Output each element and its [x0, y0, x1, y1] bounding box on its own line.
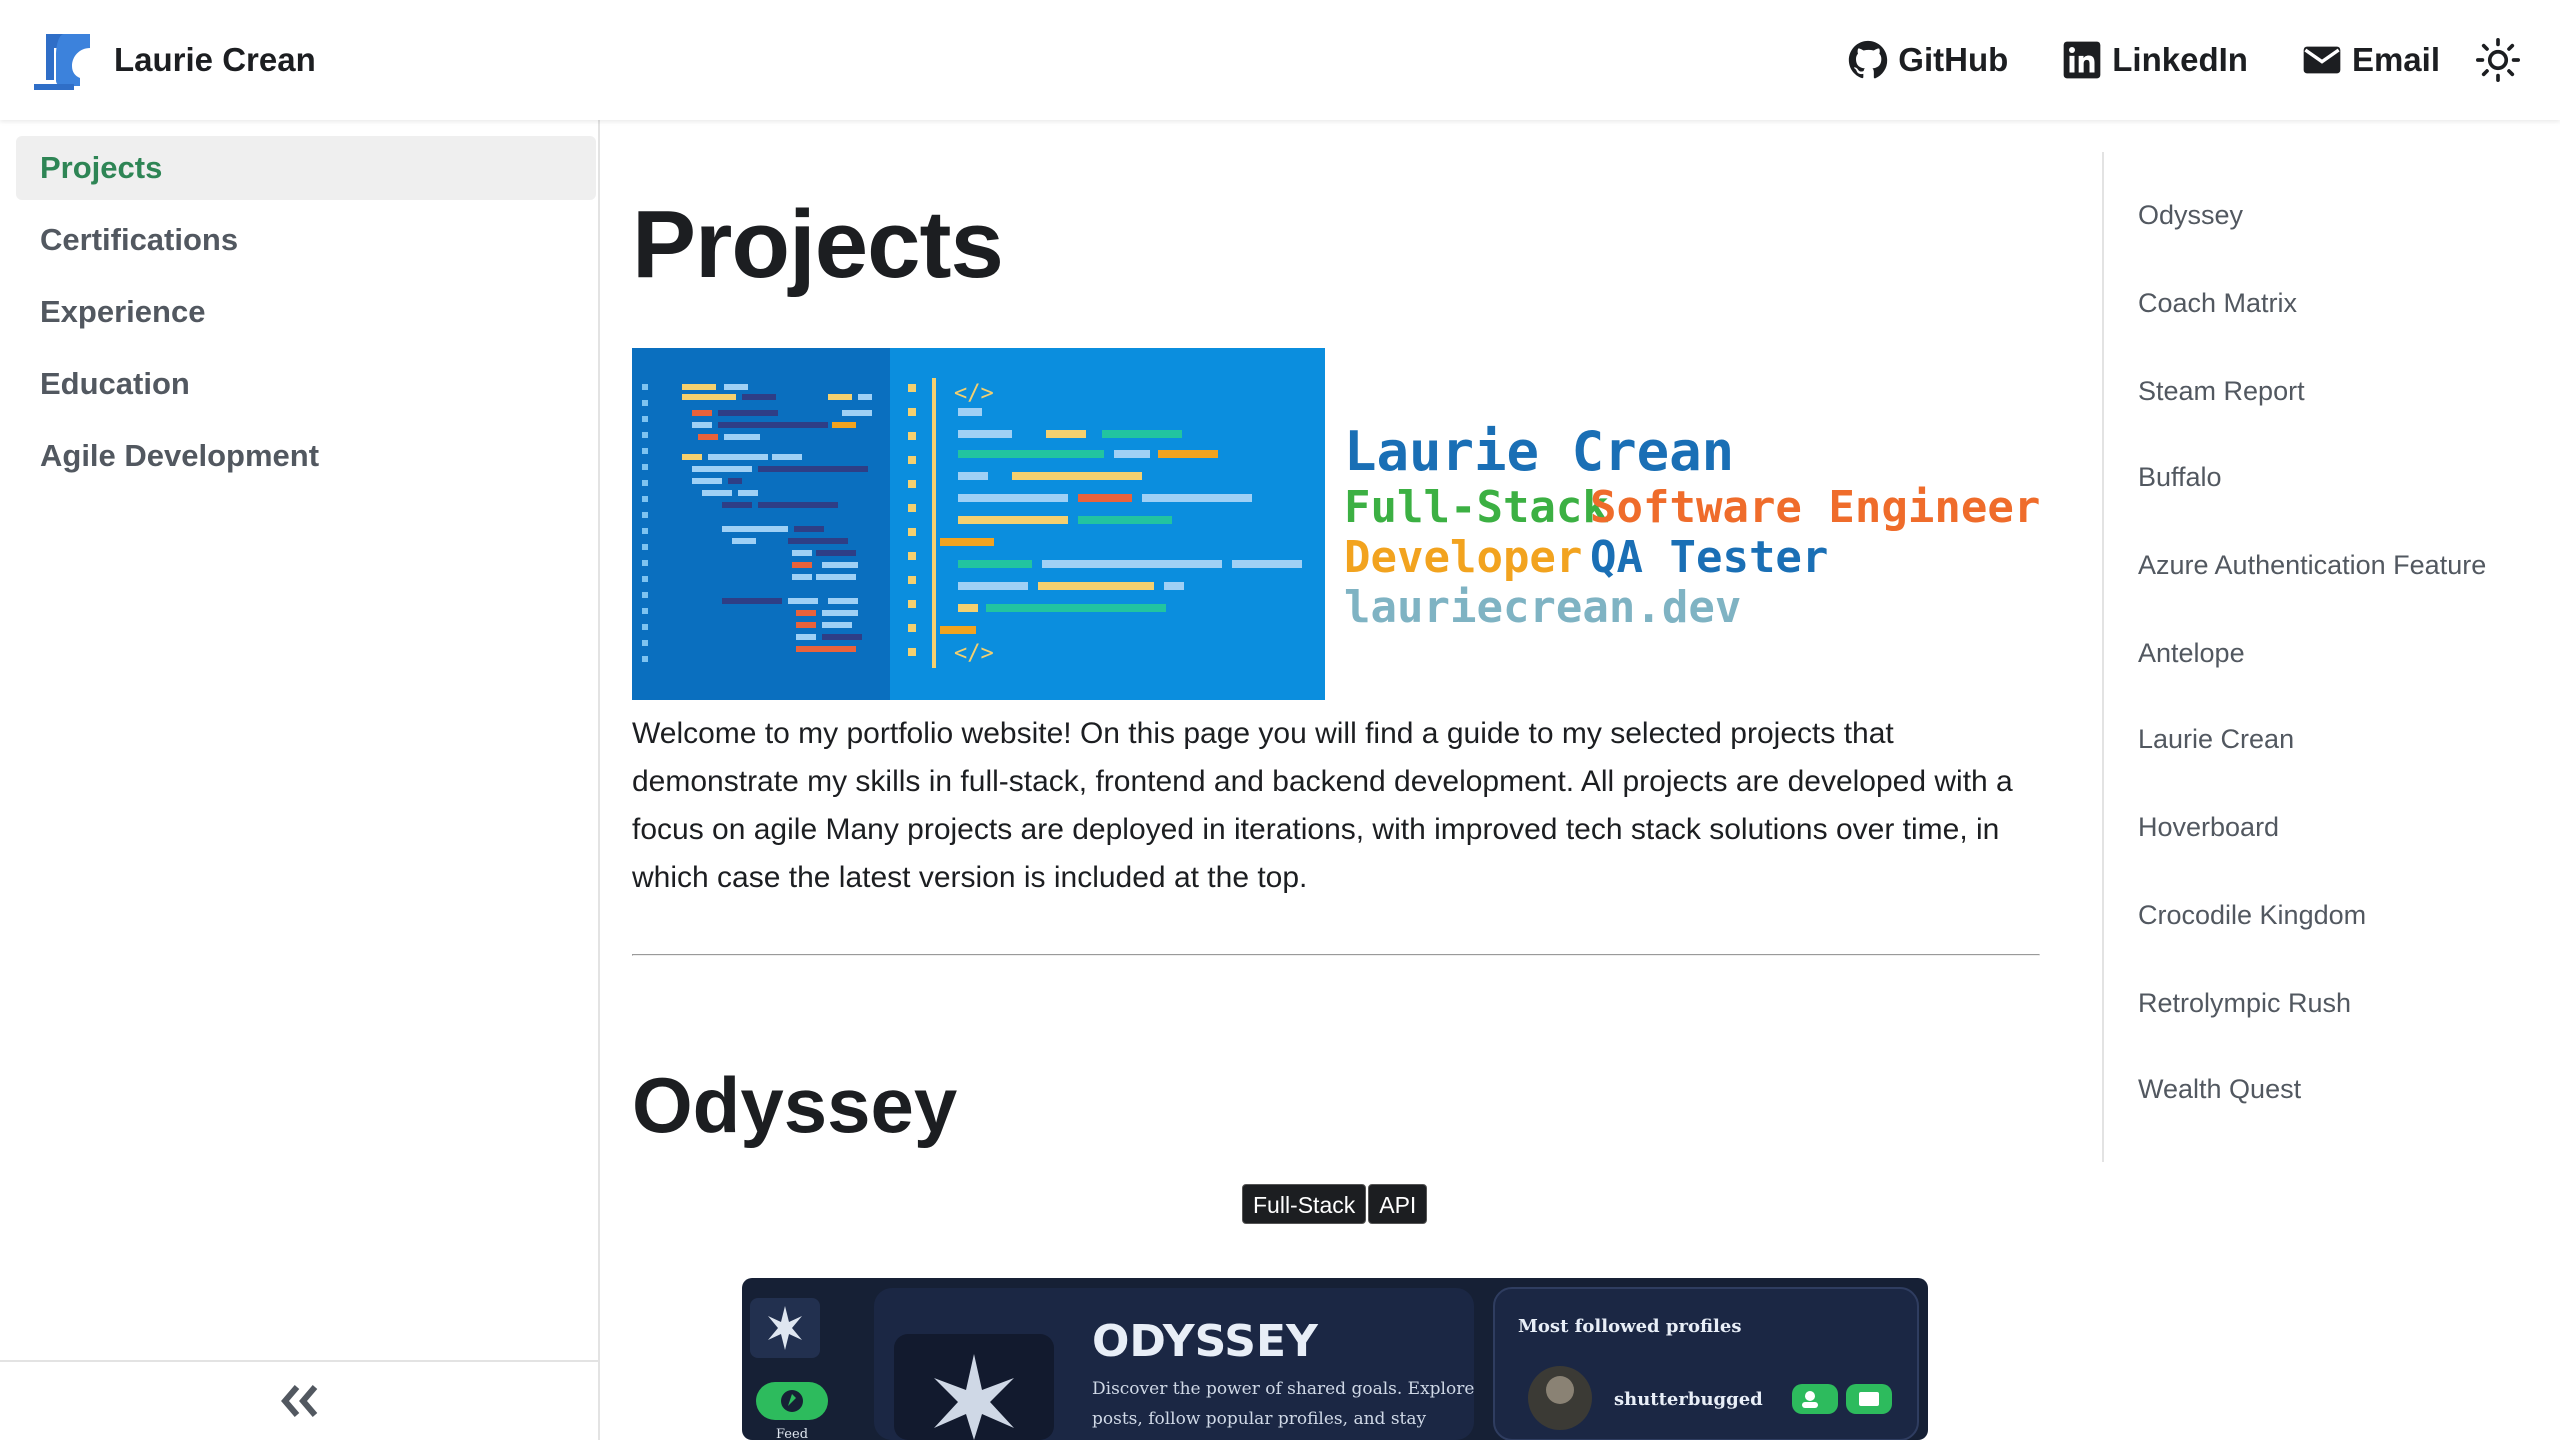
toc-item-laurie-crean[interactable]: Laurie Crean: [2138, 724, 2294, 755]
section-divider: [632, 954, 2040, 956]
odyssey-panel-title: Most followed profiles: [1518, 1316, 1741, 1337]
toc-item-steam-report[interactable]: Steam Report: [2138, 376, 2305, 407]
sidebar-menu: Projects Certifications Experience Educa…: [0, 120, 598, 488]
odyssey-screenshot-image: Feed ODYSSEY Discover the power of share…: [742, 1278, 1928, 1440]
linkedin-icon: [2063, 41, 2101, 79]
banner-role-engineer: Software Engineer: [1590, 482, 2040, 533]
toc-item-antelope[interactable]: Antelope: [2138, 638, 2245, 669]
sidebar-item-experience[interactable]: Experience: [16, 280, 596, 344]
linkedin-link[interactable]: LinkedIn: [2062, 40, 2248, 80]
odyssey-tagline-1: Discover the power of shared goals. Expl…: [1092, 1379, 1474, 1399]
toc-item-odyssey[interactable]: Odyssey: [2138, 200, 2243, 231]
sidebar-item-education[interactable]: Education: [16, 352, 596, 416]
brand-name: Laurie Crean: [114, 41, 316, 78]
banner-role-qa: QA Tester: [1590, 532, 1828, 583]
github-icon: [1849, 40, 1888, 79]
toc-item-hoverboard[interactable]: Hoverboard: [2138, 812, 2279, 843]
brand-link[interactable]: Laurie Crean: [34, 30, 316, 90]
portfolio-banner-image: </> </> Laurie Crean Full-Stack Software…: [632, 348, 2040, 700]
toc-item-wealth-quest[interactable]: Wealth Quest: [2138, 1074, 2301, 1105]
section-title-odyssey: Odyssey: [632, 1061, 958, 1149]
table-of-contents: Odyssey Coach Matrix Steam Report Buffal…: [2102, 152, 2542, 1162]
odyssey-nav-feed: Feed: [776, 1427, 808, 1440]
odyssey-profile-name: shutterbugged: [1614, 1389, 1763, 1410]
banner-url: lauriecrean.dev: [1344, 582, 1741, 633]
banner-role-developer: Developer: [1344, 532, 1582, 583]
odyssey-tagline-2: posts, follow popular profiles, and stay: [1092, 1409, 1427, 1429]
odyssey-app-title: ODYSSEY: [1092, 1316, 1319, 1367]
theme-toggle-button[interactable]: [2474, 36, 2522, 84]
collapse-sidebar-button[interactable]: [0, 1360, 598, 1440]
project-tags: Full-Stack API: [1242, 1184, 1429, 1224]
toc-item-azure-authentication-feature[interactable]: Azure Authentication Feature: [2138, 550, 2486, 581]
sidebar-item-agile-development[interactable]: Agile Development: [16, 424, 596, 488]
intro-paragraph: Welcome to my portfolio website! On this…: [632, 717, 2013, 894]
site-logo-icon: [34, 30, 94, 90]
toc-item-coach-matrix[interactable]: Coach Matrix: [2138, 288, 2297, 319]
toc-item-retrolympic-rush[interactable]: Retrolympic Rush: [2138, 988, 2351, 1019]
toc-item-buffalo[interactable]: Buffalo: [2138, 462, 2222, 493]
docs-sidebar: Projects Certifications Experience Educa…: [0, 120, 600, 1440]
top-navbar: Laurie Crean GitHub LinkedIn Email: [0, 0, 2560, 120]
linkedin-label: LinkedIn: [2112, 41, 2248, 78]
tag-full-stack: Full-Stack: [1242, 1184, 1367, 1224]
tag-api: API: [1368, 1184, 1428, 1224]
sun-icon: [2476, 38, 2520, 82]
github-label: GitHub: [1898, 41, 2009, 78]
email-icon: [2303, 46, 2341, 74]
sidebar-item-projects[interactable]: Projects: [16, 136, 596, 200]
double-chevron-left-icon: [281, 1385, 318, 1417]
main-content: Projects </> </> Laurie Crean Full-Stack…: [632, 120, 2040, 1440]
github-link[interactable]: GitHub: [1848, 40, 2008, 80]
svg-text:</>: </>: [954, 641, 994, 666]
banner-role-fullstack: Full-Stack: [1344, 482, 1609, 533]
sidebar-item-certifications[interactable]: Certifications: [16, 208, 596, 272]
page-title: Projects: [632, 191, 1004, 298]
navbar-links: GitHub LinkedIn Email: [1794, 0, 2522, 120]
email-link[interactable]: Email: [2302, 40, 2440, 80]
toc-item-crocodile-kingdom[interactable]: Crocodile Kingdom: [2138, 900, 2366, 931]
banner-name: Laurie Crean: [1344, 420, 1734, 483]
email-label: Email: [2351, 41, 2440, 78]
svg-text:</>: </>: [954, 381, 994, 406]
